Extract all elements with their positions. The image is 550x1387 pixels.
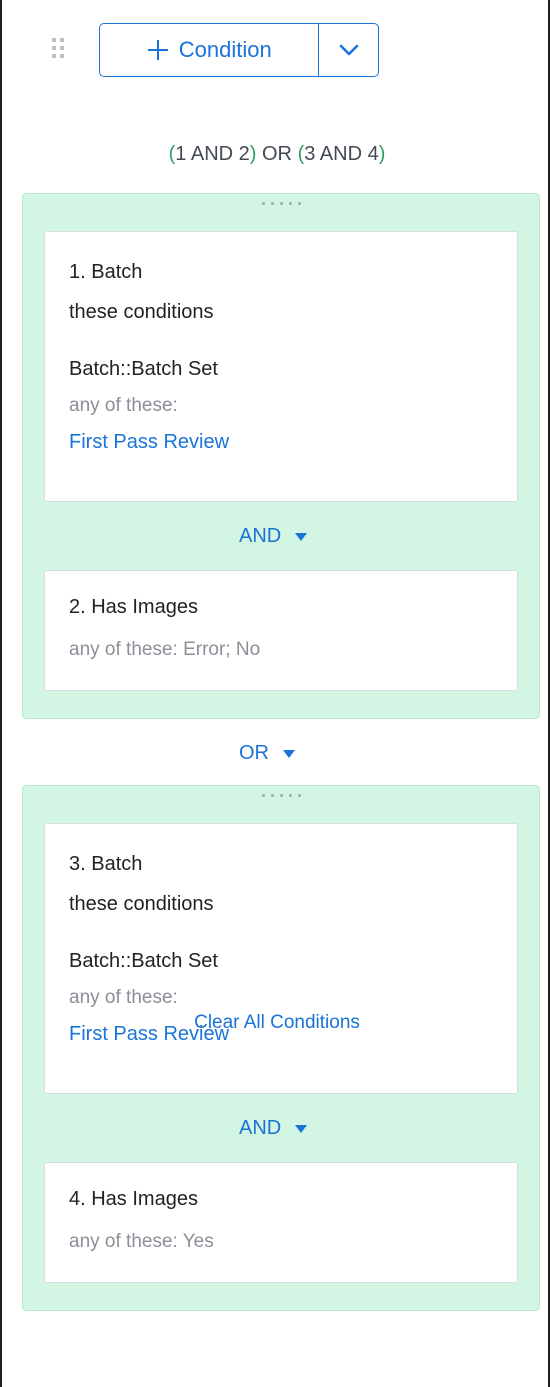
- condition-title: 3. Batch: [69, 853, 143, 875]
- condition-operator: any of these:: [69, 987, 178, 1008]
- condition-title: 4. Has Images: [69, 1188, 198, 1210]
- group-drag-handle-icon[interactable]: [23, 794, 539, 797]
- add-condition-label: Condition: [178, 37, 272, 62]
- condition-card-2[interactable]: 2. Has Images any of these: Error; No: [44, 570, 518, 691]
- or-operator-toggle[interactable]: OR: [239, 742, 295, 765]
- add-condition-button-group: Condition: [99, 23, 379, 77]
- add-condition-button[interactable]: Condition: [100, 24, 318, 76]
- condition-group-1: 1. Batch these conditions Batch::Batch S…: [22, 193, 540, 719]
- condition-field: Batch::Batch Set: [69, 358, 218, 380]
- caret-down-icon: [295, 1124, 308, 1133]
- caret-down-icon: [295, 532, 308, 541]
- operator-label: AND: [239, 1117, 282, 1139]
- conditions-panel: Condition (1 AND 2) OR (3 AND 4) 1. Batc…: [0, 0, 550, 1387]
- group-drag-handle-icon[interactable]: [23, 202, 539, 205]
- condition-group-2: 3. Batch these conditions Batch::Batch S…: [22, 785, 540, 1311]
- logic-group-1: 1 AND 2: [175, 143, 250, 165]
- chevron-down-icon: [339, 44, 359, 56]
- drag-handle-icon[interactable]: [52, 38, 66, 62]
- caret-down-icon: [283, 749, 295, 758]
- condition-subtitle: these conditions: [69, 893, 214, 915]
- condition-field: Batch::Batch Set: [69, 950, 218, 972]
- condition-card-3[interactable]: 3. Batch these conditions Batch::Batch S…: [44, 823, 518, 1094]
- condition-card-4[interactable]: 4. Has Images any of these: Yes: [44, 1162, 518, 1283]
- condition-operator: any of these:: [69, 395, 178, 416]
- logic-paren: ): [378, 143, 386, 165]
- operator-label: OR: [239, 742, 269, 764]
- condition-title: 1. Batch: [69, 261, 143, 283]
- and-operator-toggle[interactable]: AND: [239, 1117, 308, 1140]
- condition-title: 2. Has Images: [69, 596, 198, 618]
- plus-icon: [147, 40, 168, 60]
- condition-detail: any of these: Error; No: [69, 639, 261, 660]
- condition-card-1[interactable]: 1. Batch these conditions Batch::Batch S…: [44, 231, 518, 502]
- clear-all-conditions-link[interactable]: Clear All Conditions: [2, 1012, 550, 1034]
- condition-subtitle: these conditions: [69, 301, 214, 323]
- condition-detail: any of these: Yes: [69, 1231, 214, 1252]
- logic-group-2: 3 AND 4: [304, 143, 379, 165]
- add-condition-menu-button[interactable]: [318, 24, 378, 76]
- logic-joiner: OR: [256, 143, 298, 165]
- logic-expression: (1 AND 2) OR (3 AND 4): [2, 143, 550, 166]
- condition-value-link[interactable]: First Pass Review: [69, 431, 229, 454]
- and-operator-toggle[interactable]: AND: [239, 525, 308, 548]
- operator-label: AND: [239, 525, 282, 547]
